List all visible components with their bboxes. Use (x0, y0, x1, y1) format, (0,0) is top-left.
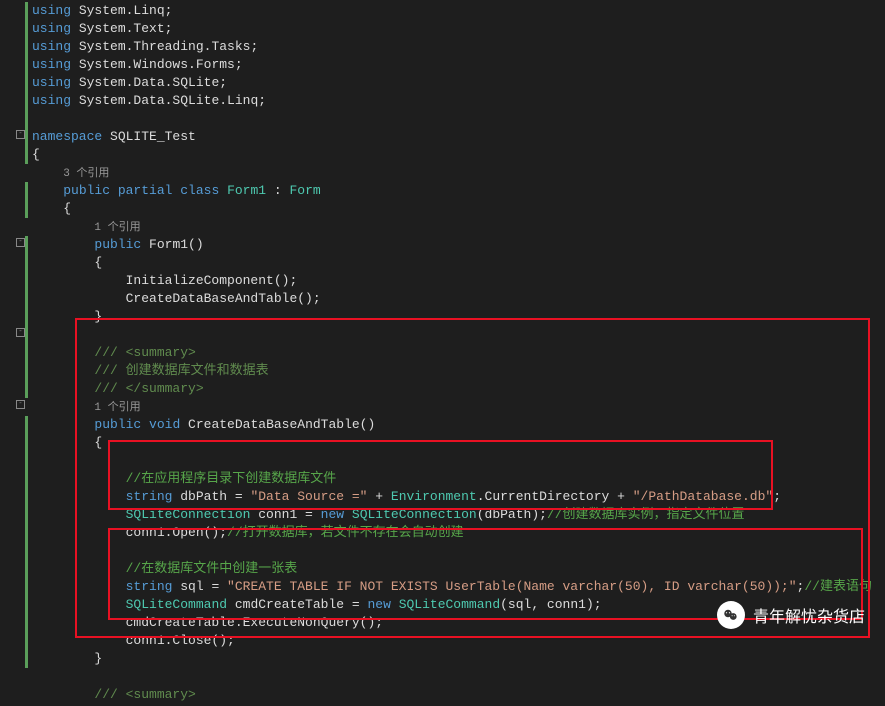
fold-icon[interactable]: - (16, 400, 25, 409)
code-line[interactable]: SQLiteConnection conn1 = new SQLiteConne… (32, 506, 885, 524)
code-line[interactable] (32, 542, 885, 560)
code-line[interactable]: /// </summary> (32, 380, 885, 398)
code-content[interactable]: using System.Linq; using System.Text; us… (0, 2, 885, 704)
code-line[interactable] (32, 110, 885, 128)
code-line[interactable] (32, 326, 885, 344)
codelens-line[interactable]: 1 个引用 (32, 218, 885, 236)
code-line[interactable]: } (32, 650, 885, 668)
code-line[interactable]: /// <summary> (32, 344, 885, 362)
codelens-line[interactable]: 3 个引用 (32, 164, 885, 182)
code-line[interactable]: CreateDataBaseAndTable(); (32, 290, 885, 308)
code-line[interactable]: namespace SQLITE_Test (32, 128, 885, 146)
code-line[interactable]: { (32, 434, 885, 452)
wechat-icon (717, 601, 745, 629)
code-line[interactable]: public void CreateDataBaseAndTable() (32, 416, 885, 434)
code-line[interactable]: conn1.Open();//打开数据库，若文件不存在会自动创建 (32, 524, 885, 542)
code-line[interactable]: using System.Threading.Tasks; (32, 38, 885, 56)
code-line[interactable]: using System.Linq; (32, 2, 885, 20)
fold-icon[interactable]: - (16, 328, 25, 337)
watermark: 青年解忧杂货店 (717, 601, 865, 629)
code-line[interactable]: InitializeComponent(); (32, 272, 885, 290)
code-line[interactable]: { (32, 200, 885, 218)
code-line[interactable] (32, 668, 885, 686)
fold-icon[interactable]: - (16, 238, 25, 247)
code-line[interactable]: } (32, 308, 885, 326)
codelens-line[interactable]: 1 个引用 (32, 398, 885, 416)
code-line[interactable]: /// 创建数据库文件和数据表 (32, 362, 885, 380)
code-line[interactable]: using System.Data.SQLite.Linq; (32, 92, 885, 110)
code-line[interactable]: conn1.Close(); (32, 632, 885, 650)
watermark-text: 青年解忧杂货店 (753, 603, 865, 627)
code-line[interactable]: using System.Text; (32, 20, 885, 38)
gutter (0, 0, 16, 706)
code-line[interactable]: /// <summary> (32, 686, 885, 704)
code-line[interactable]: using System.Windows.Forms; (32, 56, 885, 74)
code-line[interactable]: //在数据库文件中创建一张表 (32, 560, 885, 578)
code-line[interactable]: string dbPath = "Data Source =" + Enviro… (32, 488, 885, 506)
code-line[interactable]: { (32, 254, 885, 272)
code-line[interactable] (32, 452, 885, 470)
code-line[interactable]: public Form1() (32, 236, 885, 254)
fold-icon[interactable]: - (16, 130, 25, 139)
code-line[interactable]: using System.Data.SQLite; (32, 74, 885, 92)
code-line[interactable]: public partial class Form1 : Form (32, 182, 885, 200)
code-line[interactable]: { (32, 146, 885, 164)
code-line[interactable]: string sql = "CREATE TABLE IF NOT EXISTS… (32, 578, 885, 596)
code-line[interactable]: //在应用程序目录下创建数据库文件 (32, 470, 885, 488)
